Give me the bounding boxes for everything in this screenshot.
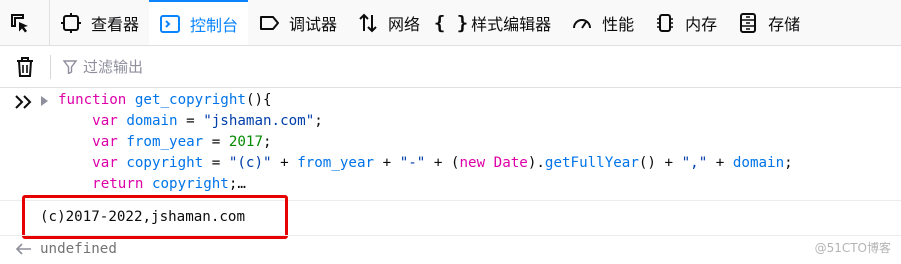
inspector-icon <box>60 12 82 34</box>
tab-console[interactable]: 控制台 <box>149 0 249 45</box>
tab-label: 查看器 <box>91 14 140 34</box>
filter-placeholder: 过滤输出 <box>83 58 144 76</box>
result-arrow-icon <box>14 241 32 260</box>
code-line: var domain = "jshaman.com"; <box>92 113 323 129</box>
tab-inspector[interactable]: 查看器 <box>50 0 149 45</box>
tab-label: 控制台 <box>190 15 239 35</box>
tab-network[interactable]: 网络 <box>347 0 430 45</box>
filter-icon <box>63 59 77 74</box>
debugger-icon <box>258 12 280 34</box>
console-filter-bar: 过滤输出 <box>0 46 901 88</box>
code-line: function get_copyright(){ <box>58 92 272 108</box>
console-output: function get_copyright(){ var domain = "… <box>0 88 901 264</box>
clear-console-button[interactable] <box>10 52 40 82</box>
network-icon <box>357 12 379 34</box>
tab-label: 存储 <box>768 14 801 34</box>
console-log-message: (c)2017-2022,jshaman.com <box>0 195 901 239</box>
tab-performance[interactable]: 性能 <box>561 0 644 45</box>
element-picker-icon <box>9 12 31 34</box>
input-code: function get_copyright(){ var domain = "… <box>58 90 793 195</box>
tab-memory[interactable]: 内存 <box>644 0 727 45</box>
devtools-toolbar: 查看器 控制台 调试器 网络 { } 样式编辑器 性能 内存 存储 <box>0 0 901 46</box>
trash-icon <box>17 56 33 77</box>
watermark: @51CTO博客 <box>814 241 891 255</box>
tab-style-editor[interactable]: { } 样式编辑器 <box>430 0 561 45</box>
element-picker-button[interactable] <box>0 0 50 45</box>
tab-label: 性能 <box>602 14 635 34</box>
tab-storage[interactable]: 存储 <box>727 0 810 45</box>
performance-icon <box>571 12 593 34</box>
input-prompt-icon <box>14 94 36 114</box>
memory-icon <box>654 12 676 34</box>
storage-icon <box>737 12 759 34</box>
tab-label: 样式编辑器 <box>471 14 552 34</box>
code-line: var copyright = "(c)" + from_year + "-" … <box>92 155 793 171</box>
log-output-text: (c)2017-2022,jshaman.com <box>40 209 245 225</box>
style-editor-icon: { } <box>433 11 469 34</box>
console-result-message: undefined <box>0 235 901 264</box>
divider <box>50 54 51 79</box>
tab-label: 调试器 <box>289 14 338 34</box>
code-line: return copyright;… <box>92 176 246 192</box>
tab-debugger[interactable]: 调试器 <box>248 0 347 45</box>
console-input-message: function get_copyright(){ var domain = "… <box>0 88 901 201</box>
console-icon <box>159 13 181 35</box>
expand-toggle-icon[interactable] <box>41 96 48 106</box>
filter-output-input[interactable]: 过滤输出 <box>63 56 143 77</box>
code-line: var from_year = 2017; <box>92 134 272 150</box>
tab-label: 内存 <box>685 14 718 34</box>
result-value: undefined <box>40 241 117 257</box>
tab-label: 网络 <box>388 14 421 34</box>
